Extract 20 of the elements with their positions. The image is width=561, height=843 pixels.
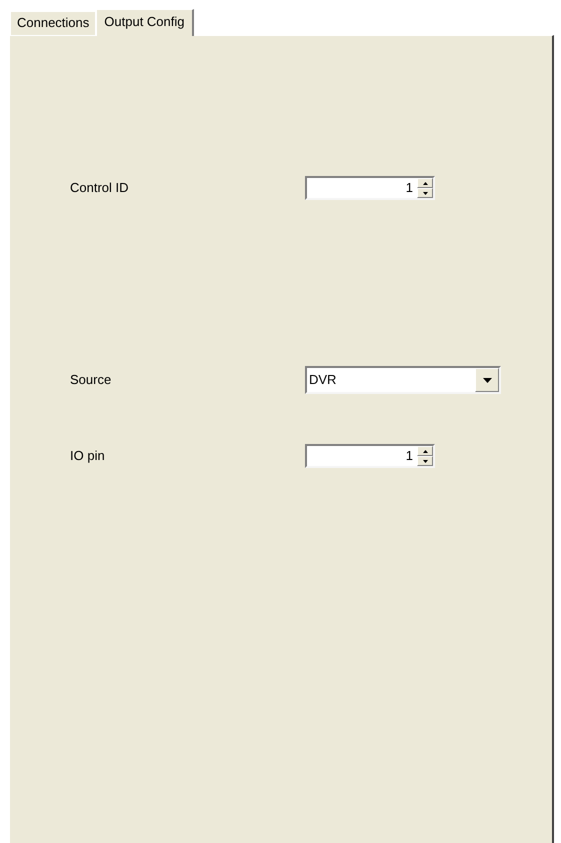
spin-value: 1: [404, 447, 414, 465]
spin-up-button[interactable]: [417, 446, 433, 456]
spin-value: 1: [404, 179, 414, 197]
down-arrow-icon: [422, 192, 428, 194]
tab[interactable]: Output Config: [96, 9, 194, 36]
spin-field[interactable]: 1: [305, 176, 435, 200]
up-arrow-icon: [422, 450, 428, 452]
down-arrow-icon: [422, 460, 428, 462]
field-label: Control ID: [70, 179, 130, 198]
spin-field[interactable]: 1: [305, 444, 435, 468]
tab[interactable]: Connections: [10, 11, 96, 35]
dropdown-button[interactable]: [475, 368, 499, 392]
caret-icon: [482, 378, 492, 382]
spin-down-button[interactable]: [417, 188, 433, 198]
field-label: Source: [70, 371, 112, 390]
spin-down-button[interactable]: [417, 456, 433, 466]
field-label: IO pin: [70, 447, 106, 466]
spin-up-button[interactable]: [417, 178, 433, 188]
source-dropdown[interactable]: DVR: [305, 366, 501, 394]
up-arrow-icon: [422, 182, 428, 184]
